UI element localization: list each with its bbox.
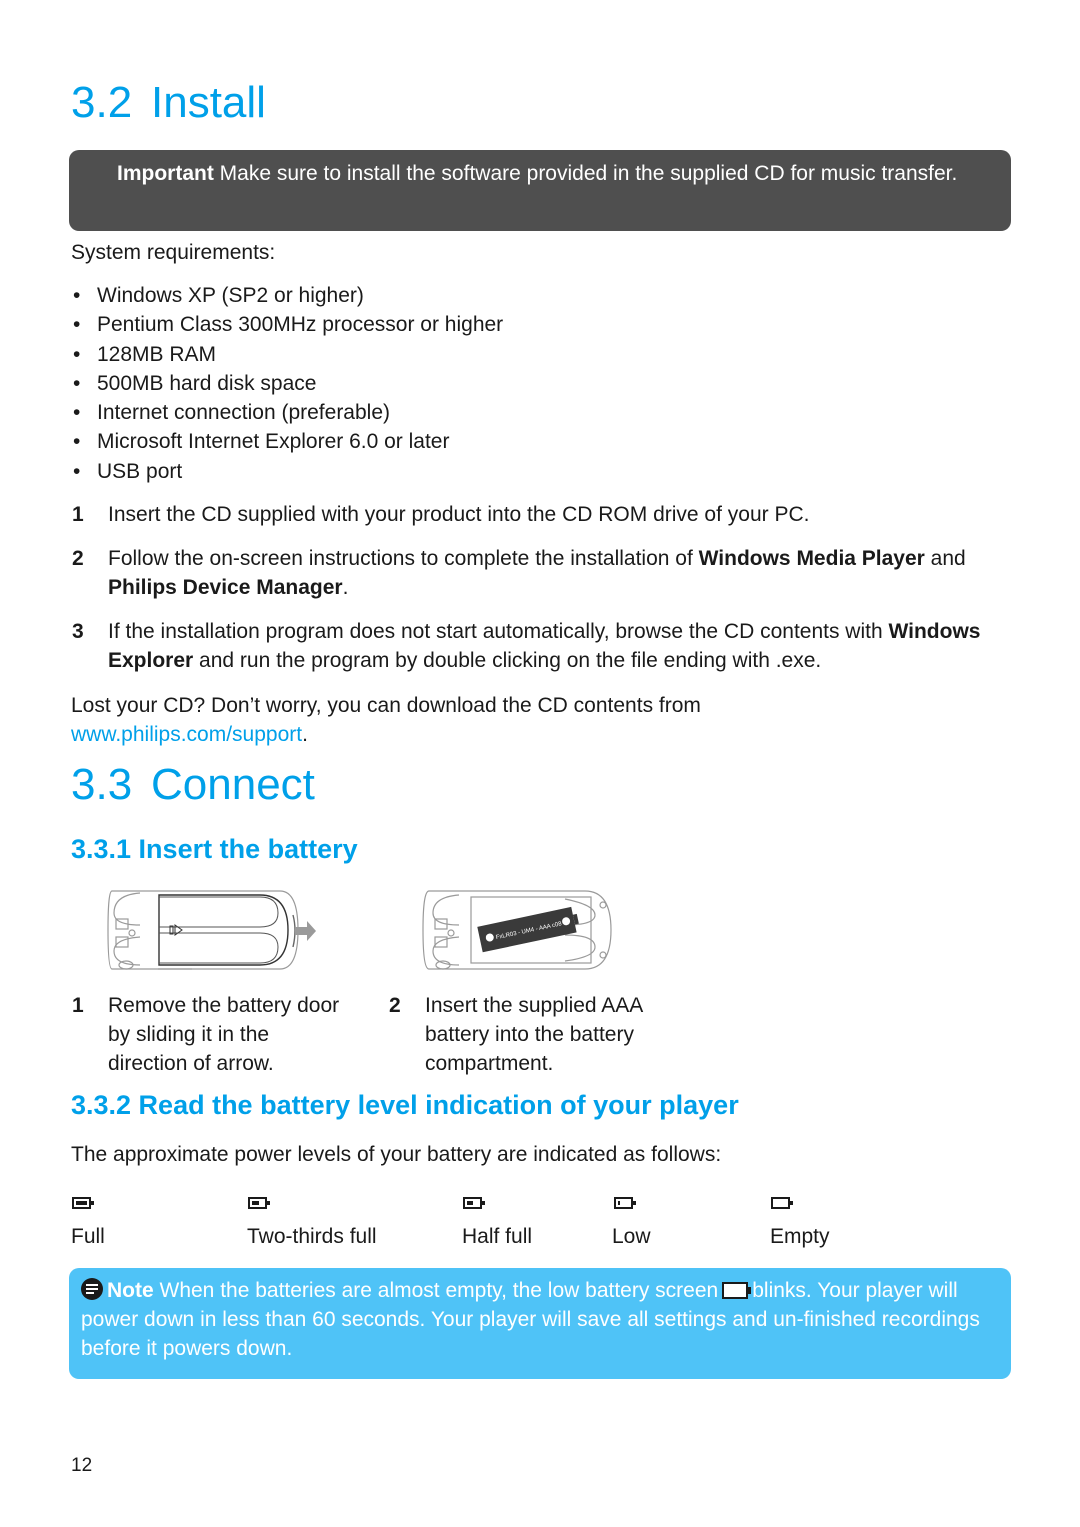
- step-text-part: and: [924, 547, 966, 570]
- step-text-part: If the installation program does not sta…: [108, 620, 889, 643]
- step-line: Remove the battery door: [108, 994, 340, 1017]
- battery-fill: [252, 1201, 259, 1205]
- battery-level-label: Empty: [770, 1225, 830, 1248]
- battery-low-icon: [614, 1197, 636, 1209]
- support-link[interactable]: www.philips.com/support: [71, 723, 302, 746]
- battery-level-label: Low: [612, 1225, 651, 1248]
- step-text-part: and run the program by double clicking o…: [193, 649, 822, 672]
- battery-full-icon: [72, 1197, 94, 1209]
- install-step-1: 1 Insert the CD supplied with your produ…: [72, 500, 1012, 530]
- section-title: Install: [151, 78, 266, 127]
- product-name-pdm: Philips Device Manager: [108, 576, 343, 599]
- lost-cd-text: Lost your CD? Don’t worry, you can downl…: [71, 694, 701, 717]
- step-line: Insert the supplied AAA: [425, 994, 644, 1017]
- step-text: Insert the supplied AAA battery into the…: [425, 991, 643, 1078]
- requirements-list: Windows XP (SP2 or higher) Pentium Class…: [71, 281, 503, 486]
- install-step-3: 3 If the installation program does not s…: [72, 617, 1012, 677]
- illustration-remove-battery-door: [107, 890, 316, 970]
- step-number: 2: [72, 547, 84, 570]
- battery-half-icon: [463, 1197, 485, 1209]
- period: .: [302, 723, 308, 746]
- aaa-battery: FxLR03 - UM4 - AAA c08: [477, 906, 579, 953]
- battery-fill: [467, 1201, 473, 1205]
- step-text: Follow the on-screen instructions to com…: [108, 544, 988, 602]
- step-text-part: Follow the on-screen instructions to com…: [108, 547, 699, 570]
- requirement-item: 500MB hard disk space: [71, 369, 503, 398]
- step-number: 3: [72, 620, 84, 643]
- battery-fill: [618, 1201, 620, 1205]
- low-battery-screen-icon: [722, 1282, 752, 1299]
- requirement-item: Microsoft Internet Explorer 6.0 or later: [71, 427, 503, 456]
- note-text: When the batteries are almost empty, the…: [153, 1279, 719, 1302]
- product-name-wmp: Windows Media Player: [698, 547, 925, 570]
- battery-level-label: Half full: [462, 1225, 533, 1248]
- requirement-item: Internet connection (preferable): [71, 398, 503, 427]
- section-number: 3.3: [71, 760, 133, 809]
- step-line: compartment.: [425, 1052, 554, 1075]
- battery-two-thirds-icon: [248, 1197, 270, 1209]
- subsection-heading-battery-level: 3.3.2 Read the battery level indication …: [71, 1090, 739, 1120]
- important-callout: Important Make sure to install the softw…: [69, 150, 1011, 231]
- requirement-item: Windows XP (SP2 or higher): [71, 281, 503, 310]
- requirement-item: 128MB RAM: [71, 340, 503, 369]
- section-heading-install: 3.2 Install: [71, 78, 266, 128]
- battery-level-label: Two-thirds full: [247, 1225, 377, 1248]
- step-number: 1: [72, 994, 84, 1017]
- requirement-item: Pentium Class 300MHz processor or higher: [71, 310, 503, 339]
- note-callout: Note When the batteries are almost empty…: [69, 1268, 1011, 1379]
- battery-level-intro: The approximate power levels of your bat…: [71, 1143, 722, 1166]
- section-number: 3.2: [71, 78, 133, 127]
- step-text: Remove the battery door by sliding it in…: [108, 991, 339, 1078]
- subsection-heading-insert-battery: 3.3.1 Insert the battery: [71, 834, 358, 864]
- step-text: Insert the CD supplied with your product…: [108, 503, 810, 526]
- battery-level-label: Full: [71, 1225, 105, 1248]
- note-label: Note: [107, 1279, 154, 1302]
- important-text: Make sure to install the software provid…: [213, 162, 958, 185]
- section-heading-connect: 3.3 Connect: [71, 760, 315, 810]
- step-text: If the installation program does not sta…: [108, 617, 1013, 675]
- battery-empty-icon: [771, 1197, 793, 1209]
- step-number: 2: [389, 994, 401, 1017]
- step-line: direction of arrow.: [108, 1052, 274, 1075]
- lost-cd-paragraph: Lost your CD? Don’t worry, you can downl…: [71, 691, 971, 749]
- page-number: 12: [71, 1455, 93, 1476]
- important-label: Important: [117, 162, 214, 185]
- step-text-part: .: [342, 576, 349, 599]
- illustration-insert-battery: FxLR03 - UM4 - AAA c08: [422, 890, 612, 970]
- battery-step-1: 1 Remove the battery door by sliding it …: [72, 991, 382, 1081]
- note-icon: [81, 1278, 103, 1300]
- step-number: 1: [72, 503, 84, 526]
- requirement-item: USB port: [71, 457, 503, 486]
- battery-step-2: 2 Insert the supplied AAA battery into t…: [389, 991, 699, 1081]
- system-requirements-label: System requirements:: [71, 241, 276, 264]
- step-line: battery into the battery: [425, 1023, 634, 1046]
- section-title: Connect: [151, 760, 315, 809]
- step-line: by sliding it in the: [108, 1023, 270, 1046]
- battery-fill: [76, 1201, 87, 1205]
- install-step-2: 2 Follow the on-screen instructions to c…: [72, 544, 1012, 604]
